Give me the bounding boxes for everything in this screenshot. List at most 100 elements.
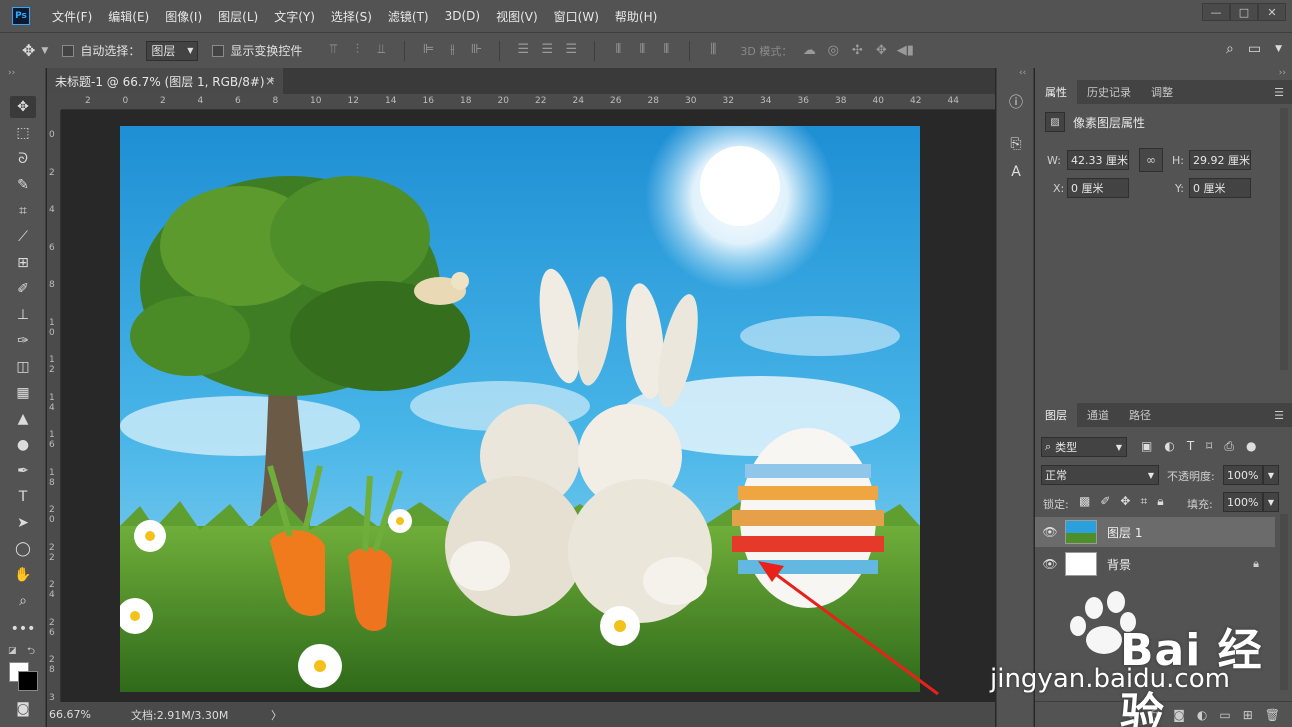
auto-align-icon[interactable]: ⫼ bbox=[704, 41, 722, 59]
lock-transparency-icon[interactable]: ▩ bbox=[1079, 494, 1090, 509]
menu-edit[interactable]: 编辑(E) bbox=[100, 0, 157, 32]
gradient-tool-icon[interactable]: ▦ bbox=[10, 382, 36, 404]
info-icon[interactable]: ⓘ bbox=[1004, 90, 1028, 114]
lock-pixels-icon[interactable]: ✐ bbox=[1100, 494, 1110, 509]
auto-select-checkbox[interactable] bbox=[62, 44, 75, 57]
menu-help[interactable]: 帮助(H) bbox=[607, 0, 665, 32]
layer-row-background[interactable]: 👁︎ 背景 🔒︎ bbox=[1035, 549, 1275, 579]
lock-all-icon[interactable]: 🔒︎ bbox=[1157, 494, 1163, 509]
opacity-field[interactable]: 100% bbox=[1223, 465, 1263, 485]
distribute-bottom-icon[interactable]: ☰ bbox=[562, 41, 580, 59]
quick-mask-icon[interactable]: ◙ bbox=[10, 698, 36, 720]
orbit-3d-icon[interactable]: ☁ bbox=[800, 42, 818, 60]
align-top-icon[interactable]: ⫪ bbox=[324, 41, 342, 59]
quick-select-tool-icon[interactable]: ✎ bbox=[10, 174, 36, 196]
scrollbar[interactable] bbox=[1280, 108, 1288, 370]
menu-window[interactable]: 窗口(W) bbox=[546, 0, 607, 32]
close-icon[interactable]: × bbox=[265, 74, 275, 88]
lock-icon[interactable]: 🔒︎ bbox=[1253, 557, 1259, 571]
distribute-top-icon[interactable]: ☰ bbox=[514, 41, 532, 59]
history-brush-tool-icon[interactable]: ✑ bbox=[10, 330, 36, 352]
tab-paths[interactable]: 路径 bbox=[1119, 403, 1161, 427]
background-color-swatch[interactable] bbox=[18, 671, 38, 691]
collapse-icon[interactable]: ›› bbox=[1279, 68, 1286, 78]
filter-adjustment-icon[interactable]: ◐ bbox=[1164, 439, 1174, 454]
horizontal-ruler[interactable]: 2 0 2 4 6 8 10 12 14 16 18 20 22 24 26 28 30 32 34 36 38 40 42… bbox=[61, 94, 995, 110]
fill-chevron-icon[interactable]: ▼ bbox=[1263, 492, 1279, 512]
filter-pixel-icon[interactable]: ▣ bbox=[1141, 439, 1152, 454]
height-field[interactable]: 29.92 厘米 bbox=[1189, 150, 1251, 170]
move-tool-icon[interactable]: ✥ bbox=[10, 96, 36, 118]
visibility-eye-icon[interactable]: 👁︎ bbox=[1035, 525, 1065, 539]
menu-3d[interactable]: 3D(D) bbox=[437, 0, 488, 32]
filter-shape-icon[interactable]: ⌑ bbox=[1206, 439, 1212, 454]
workspace-icon[interactable]: ▭ bbox=[1248, 41, 1261, 57]
eyedropper-tool-icon[interactable]: ⟋ bbox=[10, 226, 36, 248]
default-colors-icon[interactable]: ◪ bbox=[8, 646, 17, 656]
canvas-image[interactable] bbox=[120, 126, 920, 692]
layer-name[interactable]: 背景 bbox=[1107, 556, 1131, 573]
dodge-tool-icon[interactable]: ● bbox=[10, 434, 36, 456]
chevron-down-icon[interactable]: ▼ bbox=[1275, 44, 1282, 57]
align-bottom-icon[interactable]: ⫫ bbox=[372, 41, 390, 59]
marquee-tool-icon[interactable]: ⬚ bbox=[10, 122, 36, 144]
fill-field[interactable]: 100% bbox=[1223, 492, 1263, 512]
paragraph-style-icon[interactable]: ⎘ bbox=[1004, 132, 1028, 156]
pan-3d-icon[interactable]: ✣ bbox=[848, 42, 866, 60]
search-icon[interactable]: ⌕ bbox=[1226, 41, 1234, 57]
distribute-hcenter-icon[interactable]: ⦀ bbox=[633, 41, 651, 59]
status-menu-icon[interactable]: 〉 bbox=[271, 707, 282, 723]
align-left-icon[interactable]: ⊫ bbox=[419, 41, 437, 59]
filter-type-icon[interactable]: T bbox=[1187, 439, 1194, 454]
menu-view[interactable]: 视图(V) bbox=[488, 0, 546, 32]
tab-history[interactable]: 历史记录 bbox=[1077, 80, 1141, 104]
width-field[interactable]: 42.33 厘米 bbox=[1067, 150, 1129, 170]
tab-channels[interactable]: 通道 bbox=[1077, 403, 1119, 427]
swap-colors-icon[interactable]: ⮌ bbox=[27, 644, 35, 661]
eraser-tool-icon[interactable]: ◫ bbox=[10, 356, 36, 378]
menu-layer[interactable]: 图层(L) bbox=[210, 0, 266, 32]
panel-menu-icon[interactable]: ☰ bbox=[1274, 86, 1284, 99]
align-vcenter-icon[interactable]: ⫶ bbox=[348, 41, 366, 59]
collapse-icon[interactable]: ‹‹ bbox=[1019, 68, 1026, 78]
ruler-origin[interactable] bbox=[47, 94, 61, 110]
hand-tool-icon[interactable]: ✋ bbox=[10, 564, 36, 586]
filter-toggle-icon[interactable]: ● bbox=[1246, 439, 1256, 454]
lasso-tool-icon[interactable]: ᘐ bbox=[10, 148, 36, 170]
menu-select[interactable]: 选择(S) bbox=[323, 0, 380, 32]
ellipse-tool-icon[interactable]: ◯ bbox=[10, 538, 36, 560]
lock-position-icon[interactable]: ✥ bbox=[1120, 494, 1130, 509]
align-hcenter-icon[interactable]: ⫲ bbox=[443, 41, 461, 59]
blend-mode-dropdown[interactable]: 正常 ▼ bbox=[1041, 465, 1159, 485]
zoom-tool-icon[interactable]: ⌕ bbox=[10, 590, 36, 612]
blur-tool-icon[interactable]: ▲ bbox=[10, 408, 36, 430]
tab-adjustments[interactable]: 调整 bbox=[1141, 80, 1183, 104]
panel-menu-icon[interactable]: ☰ bbox=[1274, 409, 1284, 422]
show-transform-checkbox[interactable] bbox=[212, 44, 225, 57]
layer-filter-dropdown[interactable]: ⌕ 类型 ▼ bbox=[1041, 437, 1127, 457]
x-field[interactable]: 0 厘米 bbox=[1067, 178, 1129, 198]
roll-3d-icon[interactable]: ◎ bbox=[824, 42, 842, 60]
link-icon[interactable]: ∞ bbox=[1139, 148, 1163, 172]
lock-artboard-icon[interactable]: ⌗ bbox=[1140, 494, 1147, 509]
healing-tool-icon[interactable]: ⊞ bbox=[10, 252, 36, 274]
slide-3d-icon[interactable]: ✥ bbox=[872, 42, 890, 60]
opacity-chevron-icon[interactable]: ▼ bbox=[1263, 465, 1279, 485]
type-tool-icon[interactable]: T bbox=[10, 486, 36, 508]
tab-layers[interactable]: 图层 bbox=[1035, 403, 1077, 427]
auto-select-dropdown[interactable]: 图层 ▼ bbox=[146, 40, 199, 61]
visibility-eye-icon[interactable]: 👁︎ bbox=[1035, 557, 1065, 571]
brush-tool-icon[interactable]: ✐ bbox=[10, 278, 36, 300]
layer-row-layer1[interactable]: 👁︎ 图层 1 bbox=[1035, 517, 1275, 547]
stamp-tool-icon[interactable]: ⊥ bbox=[10, 304, 36, 326]
distribute-right-icon[interactable]: ⦀ bbox=[657, 41, 675, 59]
distribute-vcenter-icon[interactable]: ☰ bbox=[538, 41, 556, 59]
menu-file[interactable]: 文件(F) bbox=[44, 0, 100, 32]
menu-filter[interactable]: 滤镜(T) bbox=[380, 0, 437, 32]
menu-image[interactable]: 图像(I) bbox=[157, 0, 210, 32]
crop-tool-icon[interactable]: ⌗ bbox=[10, 200, 36, 222]
character-style-icon[interactable]: A bbox=[1004, 160, 1028, 184]
scale-3d-icon[interactable]: ◀▮ bbox=[896, 42, 914, 60]
minimize-button[interactable]: — bbox=[1202, 3, 1230, 21]
close-button[interactable]: ✕ bbox=[1258, 3, 1286, 21]
